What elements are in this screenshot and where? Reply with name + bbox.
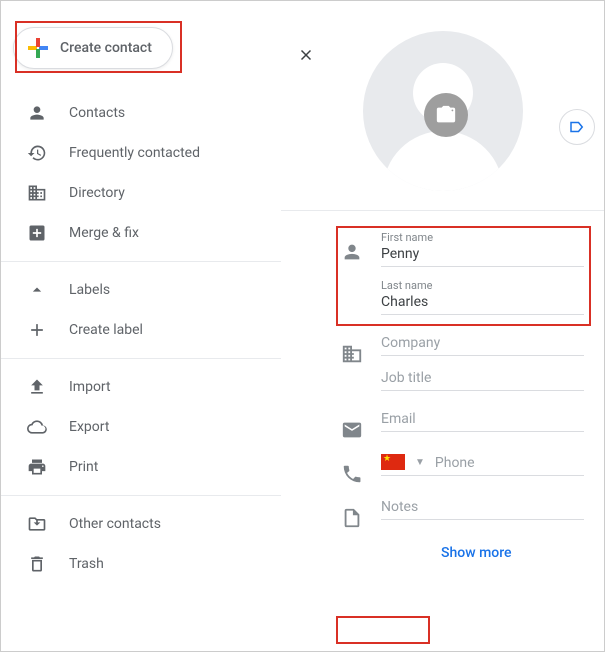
phone-icon bbox=[341, 463, 363, 485]
email-field[interactable]: Email bbox=[381, 403, 584, 432]
label-button[interactable] bbox=[559, 109, 595, 145]
google-plus-icon bbox=[28, 38, 48, 58]
chevron-up-icon bbox=[27, 280, 47, 300]
nav-labels[interactable]: Labels bbox=[1, 270, 281, 310]
nav-label: Labels bbox=[69, 282, 110, 298]
camera-icon bbox=[435, 104, 457, 126]
divider bbox=[1, 495, 281, 496]
company-placeholder: Company bbox=[381, 333, 584, 351]
nav-export[interactable]: Export bbox=[1, 407, 281, 447]
phone-placeholder: Phone bbox=[435, 453, 584, 471]
label-icon bbox=[568, 118, 586, 136]
nav-label: Create label bbox=[69, 322, 143, 338]
nav-label: Print bbox=[69, 459, 98, 475]
nav-label: Import bbox=[69, 379, 111, 395]
plus-icon bbox=[27, 320, 47, 340]
modal-header bbox=[281, 1, 604, 211]
trash-icon bbox=[27, 554, 47, 574]
nav-frequently[interactable]: Frequently contacted bbox=[1, 133, 281, 173]
country-flag[interactable] bbox=[381, 454, 405, 470]
merge-icon bbox=[27, 223, 47, 243]
email-icon bbox=[341, 419, 363, 441]
first-name-field[interactable]: First name Penny bbox=[381, 225, 584, 267]
close-button[interactable] bbox=[291, 40, 321, 70]
contact-form: First name Penny Last name Charles Compa… bbox=[281, 211, 604, 561]
nav-label: Merge & fix bbox=[69, 225, 139, 241]
building-icon bbox=[341, 343, 363, 365]
company-field[interactable]: Company bbox=[381, 327, 584, 356]
create-contact-modal: First name Penny Last name Charles Compa… bbox=[281, 1, 604, 651]
nav-other[interactable]: Other contacts bbox=[1, 504, 281, 544]
last-name-value: Charles bbox=[381, 292, 584, 310]
add-photo-button[interactable] bbox=[424, 93, 468, 137]
nav-contacts[interactable]: Contacts bbox=[1, 93, 281, 133]
nav-label: Other contacts bbox=[69, 516, 161, 532]
divider bbox=[1, 358, 281, 359]
upload-icon bbox=[27, 377, 47, 397]
nav-label: Export bbox=[69, 419, 109, 435]
nav-label: Contacts bbox=[69, 105, 125, 121]
archive-icon bbox=[27, 514, 47, 534]
nav-print[interactable]: Print bbox=[1, 447, 281, 487]
last-name-field[interactable]: Last name Charles bbox=[381, 273, 584, 315]
first-name-value: Penny bbox=[381, 244, 584, 262]
person-icon bbox=[341, 241, 363, 263]
sidebar: Create contact Contacts Frequently conta… bbox=[1, 1, 281, 651]
job-title-placeholder: Job title bbox=[381, 368, 584, 386]
show-more-button[interactable]: Show more bbox=[341, 535, 604, 561]
nav-list: Contacts Frequently contacted Directory … bbox=[1, 79, 281, 584]
notes-icon bbox=[341, 507, 363, 529]
person-icon bbox=[27, 103, 47, 123]
create-contact-button[interactable]: Create contact bbox=[13, 27, 173, 69]
cloud-icon bbox=[27, 417, 47, 437]
nav-directory[interactable]: Directory bbox=[1, 173, 281, 213]
nav-import[interactable]: Import bbox=[1, 367, 281, 407]
nav-merge[interactable]: Merge & fix bbox=[1, 213, 281, 253]
email-placeholder: Email bbox=[381, 409, 584, 427]
divider bbox=[1, 261, 281, 262]
building-icon bbox=[27, 183, 47, 203]
dropdown-arrow-icon[interactable]: ▼ bbox=[415, 457, 425, 468]
nav-create-label[interactable]: Create label bbox=[1, 310, 281, 350]
nav-label: Trash bbox=[69, 556, 104, 572]
field-label: Last name bbox=[381, 279, 584, 292]
print-icon bbox=[27, 457, 47, 477]
nav-label: Frequently contacted bbox=[69, 145, 200, 161]
history-icon bbox=[27, 143, 47, 163]
phone-field[interactable]: ▼ Phone bbox=[381, 447, 584, 476]
create-contact-label: Create contact bbox=[60, 40, 152, 56]
notes-field[interactable]: Notes bbox=[381, 491, 584, 520]
job-title-field[interactable]: Job title bbox=[381, 362, 584, 391]
nav-label: Directory bbox=[69, 185, 125, 201]
nav-trash[interactable]: Trash bbox=[1, 544, 281, 584]
field-label: First name bbox=[381, 231, 584, 244]
notes-placeholder: Notes bbox=[381, 497, 584, 515]
